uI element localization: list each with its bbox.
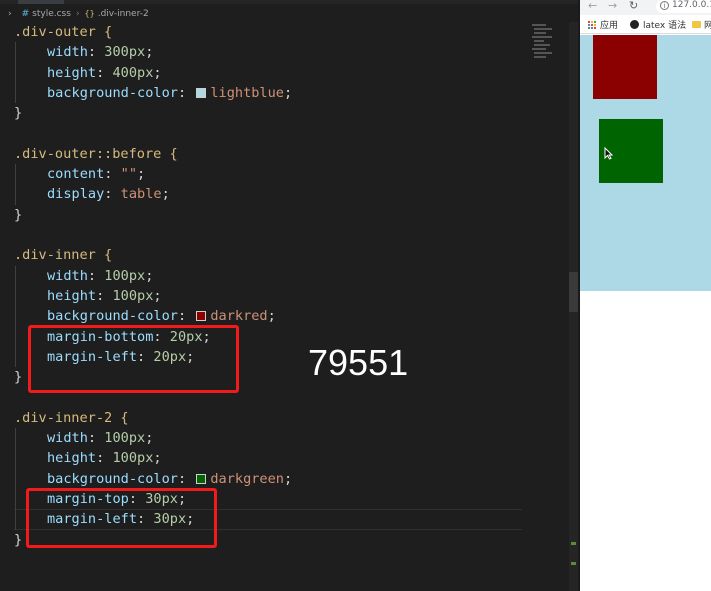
closing-brace: } (14, 531, 23, 548)
code-line-declaration: width: 100px; (47, 267, 154, 284)
browser-window: ← → ↻ i 127.0.0.1: 应用 latex 语法 网 (578, 0, 711, 591)
color-swatch[interactable] (196, 87, 207, 98)
css-property: height (47, 287, 97, 304)
css-value: 100px (112, 287, 154, 304)
css-value: "" (120, 166, 138, 183)
code-line-declaration: background-color: darkgreen; (47, 470, 293, 487)
code-editor: › # style.css › {} .div-inner-2 .div-out… (0, 0, 578, 591)
css-value: 100px (104, 267, 146, 284)
code-line-selector: .div-inner-2 { (14, 408, 129, 428)
folder-icon (692, 21, 701, 28)
css-selector: .div-inner { (14, 247, 113, 264)
bookmarks-bar: 应用 latex 语法 网 (580, 15, 711, 34)
div-outer-box (580, 35, 711, 291)
editor-scrollbar[interactable] (569, 22, 578, 591)
address-text: 127.0.0.1: (672, 0, 711, 10)
bookmark-label: 网 (704, 21, 711, 31)
code-line-declaration: height: 400px; (47, 64, 162, 81)
breadcrumb-separator-icon: › (75, 8, 80, 19)
back-arrow-icon[interactable]: ← (588, 0, 597, 12)
code-line-declaration: height: 100px; (47, 450, 162, 467)
breadcrumb-file[interactable]: style.css (32, 9, 71, 19)
div-inner-box (593, 35, 657, 99)
css-value: 400px (112, 64, 154, 81)
watermark-number: 79551 (308, 342, 409, 383)
code-line-closing: } (14, 103, 22, 123)
code-line-declaration: width: 100px; (47, 430, 154, 446)
bookmark-label: latex 语法 (643, 21, 687, 31)
code-line-declaration: width: 300px; (47, 44, 154, 61)
closing-brace: } (14, 105, 23, 122)
css-selector: .div-outer { (14, 24, 113, 40)
css-property: background-color (47, 308, 178, 325)
css-value: darkred (210, 308, 268, 325)
apps-grid-icon (588, 20, 596, 29)
css-value: 100px (112, 450, 154, 467)
code-line-declaration: background-color: lightblue; (47, 84, 293, 101)
indent-guide (15, 428, 16, 530)
code-line-selector: .div-outer::before { (14, 144, 178, 164)
minimap[interactable] (528, 22, 564, 82)
code-line-closing: } (14, 367, 22, 387)
code-line-selector: .div-outer { (14, 22, 112, 42)
bookmark-label: 应用 (600, 21, 619, 31)
css-value: table (120, 186, 162, 203)
css-value: darkgreen (210, 470, 284, 487)
closing-brace: } (14, 369, 23, 386)
page-viewport (580, 35, 711, 591)
browser-toolbar: ← → ↻ i 127.0.0.1: (580, 0, 711, 15)
css-property: background-color (47, 84, 178, 101)
code-line-declaration: height: 100px; (47, 287, 162, 304)
code-line-declaration: background-color: darkred; (47, 308, 276, 325)
css-property: width (47, 44, 88, 61)
css-property: height (47, 64, 97, 81)
css-property: height (47, 450, 97, 467)
scrollbar-marker (571, 542, 576, 545)
highlight-box-div-inner-2-margins (26, 488, 217, 548)
code-line-selector: .div-inner { (14, 245, 112, 265)
color-swatch[interactable] (196, 473, 207, 484)
code-line-closing: } (14, 205, 22, 225)
css-property: content (47, 166, 105, 183)
css-property: width (47, 267, 88, 284)
css-value: 300px (104, 44, 146, 61)
mouse-pointer-icon (604, 147, 613, 160)
indent-guide (15, 164, 16, 205)
reload-icon[interactable]: ↻ (629, 0, 638, 12)
indent-guide (15, 42, 16, 104)
css-selector: .div-inner-2 { (14, 409, 129, 426)
css-selector: .div-outer::before { (14, 145, 178, 162)
css-property: width (47, 430, 88, 446)
breadcrumb-selector[interactable]: .div-inner-2 (98, 9, 149, 19)
bookmark-folder[interactable]: 网 (692, 18, 711, 31)
forward-arrow-icon[interactable]: → (608, 0, 617, 12)
bookmark-latex[interactable]: latex 语法 (630, 18, 686, 31)
bookmark-apps[interactable]: 应用 (588, 18, 618, 31)
closing-brace: } (14, 206, 23, 223)
css-property: display (47, 186, 105, 203)
info-icon[interactable]: i (660, 1, 669, 10)
code-line-declaration: content: ""; (47, 166, 146, 183)
code-line-declaration: display: table; (47, 186, 170, 203)
css-property: background-color (47, 470, 178, 487)
breadcrumb-chevron-icon: › (8, 8, 12, 19)
indent-guide (15, 265, 16, 368)
css-value: lightblue (210, 84, 284, 101)
css-value: 100px (104, 430, 146, 446)
color-swatch[interactable] (196, 311, 207, 322)
scrollbar-thumb[interactable] (569, 272, 578, 312)
css-file-icon: # (21, 8, 30, 19)
highlight-box-div-inner-margins (28, 325, 239, 393)
github-icon (630, 20, 639, 29)
scrollbar-marker (571, 562, 576, 565)
selector-symbol-icon: {} (84, 9, 95, 18)
address-bar[interactable]: i 127.0.0.1: (656, 0, 711, 13)
breadcrumb: › # style.css › {} .div-inner-2 (0, 4, 578, 23)
code-line-closing: } (14, 530, 22, 550)
